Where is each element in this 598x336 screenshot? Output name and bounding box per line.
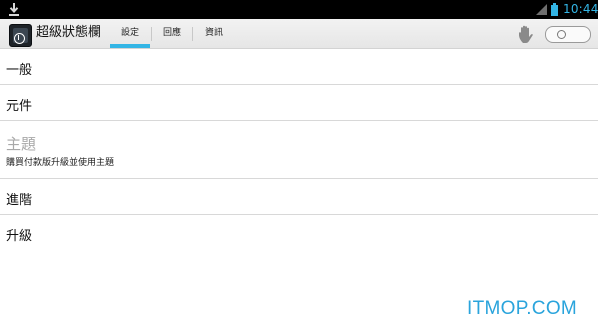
power-symbol-bar: [18, 35, 19, 40]
status-clock: 10:44: [563, 2, 598, 16]
app-title: 超級狀態欄: [36, 25, 102, 40]
list-item-themes: 主題 購買付款版升級並使用主題: [0, 121, 598, 179]
action-bar: 超級狀態欄 設定 回應 資訊: [0, 19, 598, 49]
list-item-title: 元件: [6, 99, 33, 114]
hand-icon[interactable]: [518, 25, 536, 44]
tab-info-label: 資訊: [204, 28, 223, 38]
list-item-title: 升級: [6, 229, 33, 244]
list-item-upgrade[interactable]: 升級: [0, 215, 598, 250]
tab-feedback[interactable]: 回應: [153, 19, 191, 48]
tab-divider: [151, 27, 152, 41]
list-item-general[interactable]: 一般: [0, 49, 598, 85]
tab-divider: [192, 27, 193, 41]
power-symbol-icon: [14, 33, 25, 44]
battery-icon: [551, 3, 558, 16]
tab-feedback-label: 回應: [162, 28, 181, 38]
list-item-components[interactable]: 元件: [0, 85, 598, 121]
download-notification-icon: [9, 3, 19, 16]
settings-list: 一般 元件 主題 購買付款版升級並使用主題 進階 升級: [0, 49, 598, 250]
list-item-title: 主題: [6, 135, 37, 153]
list-item-advanced[interactable]: 進階: [0, 179, 598, 215]
tab-settings-label: 設定: [120, 28, 139, 38]
list-item-subtitle: 購買付款版升級並使用主題: [6, 158, 115, 168]
tab-settings[interactable]: 設定: [110, 19, 150, 48]
watermark-text: ITMOP.COM: [467, 298, 578, 319]
list-item-title: 進階: [6, 193, 33, 208]
master-toggle[interactable]: [545, 26, 591, 43]
list-item-title: 一般: [6, 63, 33, 78]
tab-info[interactable]: 資訊: [194, 19, 234, 48]
signal-strength-icon: [536, 4, 547, 15]
toggle-knob: [557, 30, 566, 39]
app-icon[interactable]: [9, 24, 32, 47]
status-bar: 10:44: [0, 0, 598, 19]
